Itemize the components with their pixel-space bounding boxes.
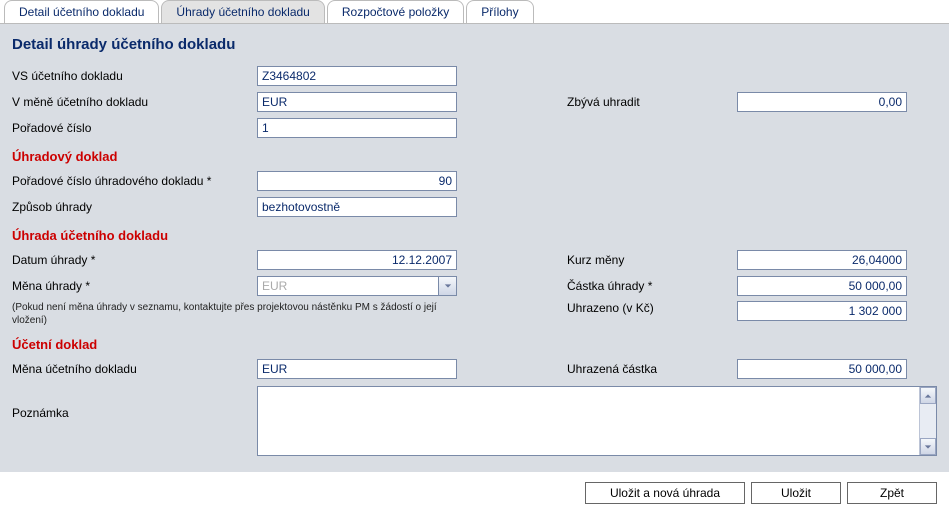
save-button[interactable]: Uložit bbox=[751, 482, 841, 504]
field-vs: Z3464802 bbox=[257, 66, 457, 86]
label-mena-uhrady: Měna úhrady * bbox=[12, 279, 257, 293]
chevron-down-icon[interactable] bbox=[438, 277, 456, 295]
label-poradi: Pořadové číslo bbox=[12, 121, 257, 135]
select-mena-uhrady[interactable]: EUR bbox=[257, 276, 457, 296]
tab-detail[interactable]: Detail účetního dokladu bbox=[4, 0, 159, 23]
label-datum: Datum úhrady * bbox=[12, 253, 257, 267]
label-poznamka: Poznámka bbox=[12, 386, 257, 456]
field-uhrazena: 50 000,00 bbox=[737, 359, 907, 379]
button-bar: Uložit a nová úhrada Uložit Zpět bbox=[0, 472, 949, 516]
back-button[interactable]: Zpět bbox=[847, 482, 937, 504]
input-castka[interactable] bbox=[737, 276, 907, 296]
note-mena: (Pokud není měna úhrady v seznamu, konta… bbox=[12, 301, 442, 327]
save-new-button[interactable]: Uložit a nová úhrada bbox=[585, 482, 745, 504]
tab-prilohy[interactable]: Přílohy bbox=[466, 0, 533, 23]
scrollbar[interactable] bbox=[919, 387, 936, 455]
label-kurz: Kurz měny bbox=[567, 253, 737, 267]
input-poradi-uhrad[interactable] bbox=[257, 171, 457, 191]
field-poradi: 1 bbox=[257, 118, 457, 138]
textarea-poznamka[interactable] bbox=[258, 387, 918, 455]
label-mena-dokladu: V měně účetního dokladu bbox=[12, 95, 257, 109]
section-ucetni: Účetní doklad bbox=[12, 337, 937, 352]
tab-uhrady[interactable]: Úhrady účetního dokladu bbox=[161, 0, 324, 23]
tab-rozpoctove[interactable]: Rozpočtové položky bbox=[327, 0, 464, 23]
field-zpusob: bezhotovostně bbox=[257, 197, 457, 217]
label-uhrazena: Uhrazená částka bbox=[567, 362, 737, 376]
section-uhradovy: Úhradový doklad bbox=[12, 149, 937, 164]
chevron-up-icon[interactable] bbox=[920, 387, 936, 404]
label-castka: Částka úhrady * bbox=[567, 279, 737, 293]
field-mena-dokladu: EUR bbox=[257, 92, 457, 112]
section-uhrada: Úhrada účetního dokladu bbox=[12, 228, 937, 243]
label-zbyva: Zbývá uhradit bbox=[567, 95, 737, 109]
label-uhrazeno: Uhrazeno (v Kč) bbox=[567, 301, 737, 315]
select-value: EUR bbox=[258, 279, 438, 293]
textarea-wrapper bbox=[257, 386, 937, 456]
input-datum[interactable] bbox=[257, 250, 457, 270]
chevron-down-icon[interactable] bbox=[920, 438, 936, 455]
field-kurz: 26,04000 bbox=[737, 250, 907, 270]
field-zbyva: 0,00 bbox=[737, 92, 907, 112]
field-uhrazeno: 1 302 000 bbox=[737, 301, 907, 321]
label-zpusob: Způsob úhrady bbox=[12, 200, 257, 214]
tabs: Detail účetního dokladu Úhrady účetního … bbox=[0, 0, 949, 23]
page-title: Detail úhrady účetního dokladu bbox=[12, 36, 937, 53]
label-poradi-uhrad: Pořadové číslo úhradového dokladu * bbox=[12, 174, 257, 188]
label-vs: VS účetního dokladu bbox=[12, 69, 257, 83]
label-mena-uc: Měna účetního dokladu bbox=[12, 362, 257, 376]
field-mena-uc: EUR bbox=[257, 359, 457, 379]
panel: Detail úhrady účetního dokladu VS účetní… bbox=[0, 23, 949, 472]
